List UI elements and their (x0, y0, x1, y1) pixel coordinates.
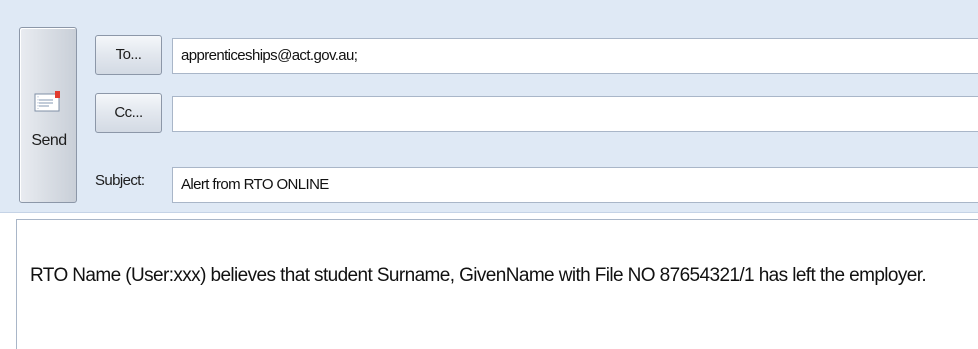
to-field[interactable]: apprenticeships@act.gov.au; (172, 38, 978, 74)
compose-window: Send To... apprenticeships@act.gov.au; C… (0, 0, 978, 349)
subject-field[interactable]: Alert from RTO ONLINE (172, 167, 978, 203)
compose-header: Send To... apprenticeships@act.gov.au; C… (0, 0, 978, 213)
cc-button[interactable]: Cc... (95, 93, 162, 133)
send-mail-icon (34, 91, 60, 112)
message-body-text: RTO Name (User:xxx) believes that studen… (30, 265, 927, 286)
cc-field[interactable] (172, 96, 978, 132)
subject-label: Subject: (95, 172, 145, 189)
to-button[interactable]: To... (95, 35, 162, 75)
send-label: Send (31, 132, 67, 149)
message-body[interactable]: RTO Name (User:xxx) believes that studen… (16, 219, 978, 349)
send-button[interactable]: Send (19, 27, 77, 203)
